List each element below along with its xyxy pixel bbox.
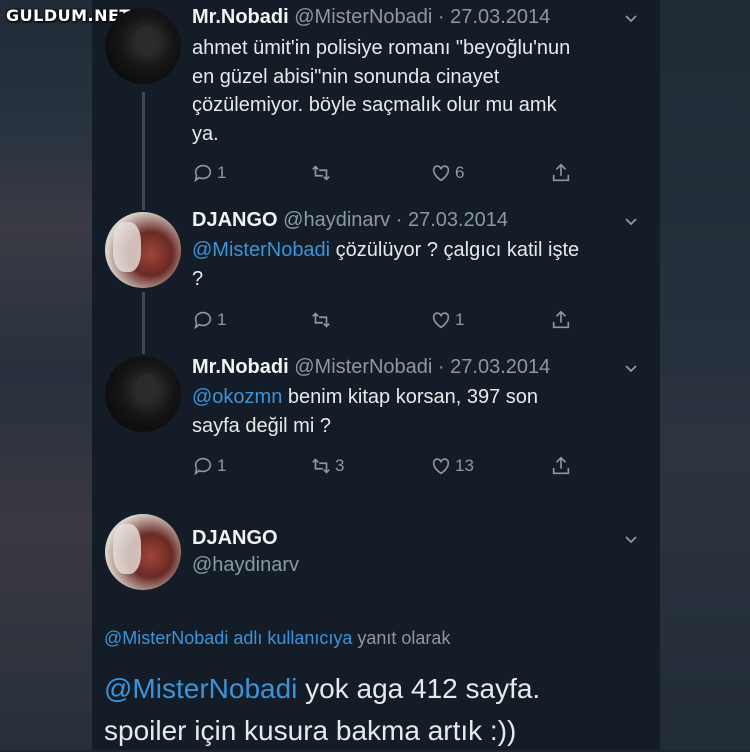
avatar[interactable]: [105, 212, 181, 288]
tweet-actions: 1 6: [192, 162, 592, 186]
replying-to: @MisterNobadi adlı kullanıcıya yanıt ola…: [104, 628, 450, 649]
reply-count: 1: [217, 163, 227, 182]
tweet-text: ahmet ümit'in polisiye romanı "beyoğlu'n…: [192, 34, 652, 148]
reply-icon: [194, 164, 212, 183]
retweet-count: 3: [335, 456, 345, 475]
heart-icon: [432, 165, 450, 182]
display-name[interactable]: DJANGO: [192, 209, 278, 231]
like-button[interactable]: 6: [430, 162, 464, 184]
username[interactable]: @haydinarv: [283, 209, 390, 231]
chevron-down-icon[interactable]: [624, 533, 638, 547]
tweet-text-line: @okozmn benim kitap korsan, 397 son: [192, 383, 652, 412]
thread-line: [142, 92, 145, 210]
share-icon: [552, 456, 570, 475]
tweet-text-line: ahmet ümit'in polisiye romanı "beyoğlu'n…: [192, 37, 571, 59]
tweet-text-line: @MisterNobadi yok aga 412 sayfa.: [104, 668, 664, 710]
chevron-down-icon[interactable]: [624, 362, 638, 376]
tweet-actions: 1 1: [192, 309, 592, 333]
main-tweet-name: DJANGO: [192, 527, 278, 550]
reply-count: 1: [217, 456, 227, 475]
avatar[interactable]: [105, 356, 181, 432]
heart-icon: [432, 458, 450, 475]
share-button[interactable]: [550, 162, 575, 184]
username[interactable]: @MisterNobadi: [294, 6, 432, 28]
tweet-text-segment: çözülüyor ? çalgıcı katil işte: [330, 239, 580, 261]
tweet-text-line: ?: [192, 267, 204, 290]
like-button[interactable]: 13: [430, 455, 474, 477]
reply-icon: [194, 457, 212, 476]
tweet-date[interactable]: · 27.03.2014: [438, 6, 550, 28]
background-right-blur: [660, 0, 750, 750]
tweet-header: Mr.Nobadi @MisterNobadi · 27.03.2014: [192, 356, 550, 379]
tweet-text-line: @MisterNobadi çözülüyor ? çalgıcı katil …: [192, 236, 652, 265]
retweet-button[interactable]: 3: [310, 455, 344, 477]
retweet-icon: [312, 165, 330, 181]
main-tweet-text: @MisterNobadi yok aga 412 sayfa. spoiler…: [104, 668, 664, 752]
heart-icon: [432, 312, 450, 329]
chevron-down-icon[interactable]: [624, 215, 638, 229]
reply-count: 1: [217, 310, 227, 329]
display-name[interactable]: Mr.Nobadi: [192, 356, 289, 378]
tweet-text: @MisterNobadi çözülüyor ? çalgıcı katil …: [192, 236, 652, 293]
username[interactable]: @MisterNobadi: [294, 356, 432, 378]
username[interactable]: @haydinarv: [192, 554, 299, 576]
thread-line: [142, 292, 145, 354]
retweet-icon: [312, 458, 330, 474]
retweet-button[interactable]: [310, 309, 335, 331]
tweet-text-line: çözülemiyor. böyle saçmalık olur mu amk: [192, 94, 557, 116]
like-count: 6: [455, 163, 465, 182]
tweet-header: DJANGO @haydinarv · 27.03.2014: [192, 209, 508, 232]
retweet-button[interactable]: [310, 162, 335, 184]
tweet-actions: 1 3 13: [192, 455, 592, 479]
tweet-text-line: ya.: [192, 122, 219, 145]
tweet-date[interactable]: · 27.03.2014: [396, 209, 508, 231]
mention-link[interactable]: @okozmn: [192, 386, 282, 408]
reply-button[interactable]: 1: [192, 309, 226, 331]
tweet-text-line: spoiler için kusura bakma artık :)): [104, 715, 517, 746]
tweet-text: @okozmn benim kitap korsan, 397 son sayf…: [192, 383, 652, 440]
reply-button[interactable]: 1: [192, 455, 226, 477]
display-name[interactable]: DJANGO: [192, 527, 278, 549]
reply-button[interactable]: 1: [192, 162, 226, 184]
display-name[interactable]: Mr.Nobadi: [192, 6, 289, 28]
like-count: 1: [455, 310, 465, 329]
main-tweet-handle: @haydinarv: [192, 554, 299, 577]
share-button[interactable]: [550, 455, 575, 477]
reply-to-suffix: yanıt olarak: [352, 628, 451, 648]
chevron-down-icon[interactable]: [624, 12, 638, 26]
tweet-text-line: en güzel abisi"nin sonunda cinayet: [192, 65, 500, 88]
tweet-text-segment: yok aga 412 sayfa.: [297, 673, 541, 704]
like-button[interactable]: 1: [430, 309, 464, 331]
avatar[interactable]: [105, 8, 181, 84]
tweet-date[interactable]: · 27.03.2014: [438, 356, 550, 378]
share-icon: [552, 163, 570, 182]
tweet-text-segment: benim kitap korsan, 397 son: [282, 386, 539, 408]
mention-link[interactable]: @MisterNobadi: [104, 673, 297, 704]
retweet-icon: [312, 312, 330, 328]
tweet-header: Mr.Nobadi @MisterNobadi · 27.03.2014: [192, 6, 550, 29]
share-button[interactable]: [550, 309, 575, 331]
avatar[interactable]: [105, 514, 181, 590]
tweet-text-line: sayfa değil mi ?: [192, 414, 331, 437]
background-left-blur: [0, 0, 92, 750]
share-icon: [552, 310, 570, 329]
reply-to-mention[interactable]: @MisterNobadi adlı kullanıcıya: [104, 628, 352, 648]
reply-icon: [194, 311, 212, 330]
mention-link[interactable]: @MisterNobadi: [192, 239, 330, 261]
like-count: 13: [455, 456, 474, 475]
